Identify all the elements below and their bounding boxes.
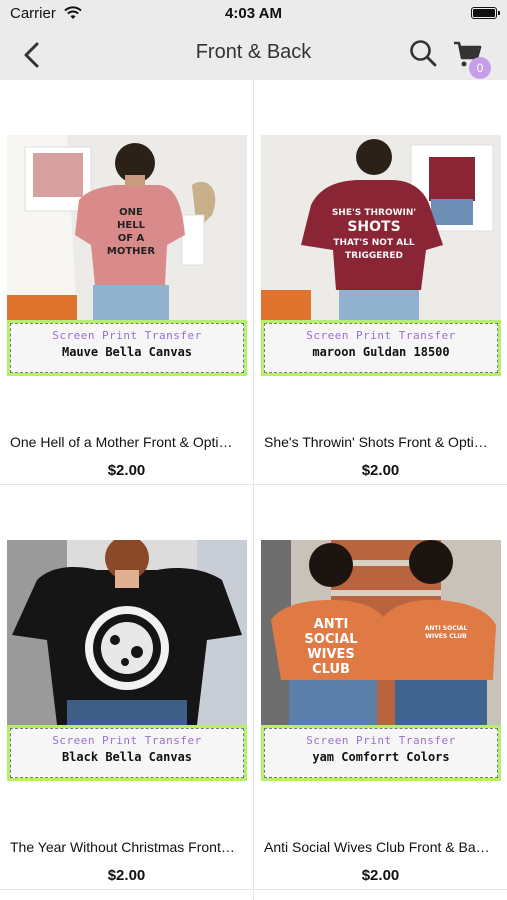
status-bar: Carrier 4:03 AM <box>0 0 507 30</box>
svg-text:ANTI: ANTI <box>314 617 349 632</box>
product-image: ONE HELL OF A MOTHER <box>7 135 247 320</box>
product-grid: ONE HELL OF A MOTHER Screen Print Transf… <box>0 80 507 900</box>
label-variant: yam Comforrt Colors <box>312 750 450 764</box>
product-label: Screen Print Transfer Black Bella Canvas <box>7 725 247 781</box>
label-variant: Black Bella Canvas <box>61 750 193 764</box>
product-image: SHE'S THROWIN' SHOTS THAT'S NOT ALL TRIG… <box>261 135 501 320</box>
status-time: 4:03 AM <box>225 5 282 22</box>
svg-text:WIVES CLUB: WIVES CLUB <box>425 633 467 640</box>
label-variant: Mauve Bella Canvas <box>61 345 193 359</box>
svg-text:SHOTS: SHOTS <box>347 219 400 235</box>
product-label: Screen Print Transfer maroon Guldan 1850… <box>261 320 501 376</box>
svg-text:SOCIAL: SOCIAL <box>304 632 357 647</box>
product-card[interactable]: Screen Print Transfer Black Bella Canvas… <box>0 485 253 889</box>
nav-bar: Front & Back 0 <box>0 30 507 80</box>
product-price: $2.00 <box>361 462 400 479</box>
product-card[interactable]: ONE HELL OF A MOTHER Screen Print Transf… <box>0 80 253 484</box>
label-type: Screen Print Transfer <box>306 734 456 747</box>
product-image <box>7 540 247 725</box>
label-type: Screen Print Transfer <box>52 329 202 342</box>
product-image: ANTI SOCIAL WIVES CLUB ANTI SOCIAL WIVES… <box>261 540 501 725</box>
product-title[interactable]: Anti Social Wives Club Front & Ba… <box>264 839 500 855</box>
product-price: $2.00 <box>361 867 400 884</box>
grid-divider <box>0 889 507 890</box>
product-label: Screen Print Transfer yam Comforrt Color… <box>261 725 501 781</box>
svg-text:THAT'S NOT ALL: THAT'S NOT ALL <box>333 238 415 248</box>
product-card[interactable]: SHE'S THROWIN' SHOTS THAT'S NOT ALL TRIG… <box>254 80 507 484</box>
label-variant: maroon Guldan 18500 <box>312 345 450 359</box>
product-label: Screen Print Transfer Mauve Bella Canvas <box>7 320 247 376</box>
svg-text:SHE'S THROWIN': SHE'S THROWIN' <box>332 208 416 218</box>
search-icon[interactable] <box>408 38 438 68</box>
label-type: Screen Print Transfer <box>306 329 456 342</box>
svg-text:WIVES: WIVES <box>307 647 354 662</box>
product-title[interactable]: She's Throwin' Shots Front & Opti… <box>264 434 500 450</box>
label-type: Screen Print Transfer <box>52 734 202 747</box>
svg-text:HELL: HELL <box>117 220 146 231</box>
product-card[interactable]: ANTI SOCIAL WIVES CLUB ANTI SOCIAL WIVES… <box>254 485 507 889</box>
product-title[interactable]: One Hell of a Mother Front & Opti… <box>10 434 246 450</box>
cart-count-badge: 0 <box>469 57 491 79</box>
svg-text:ANTI SOCIAL: ANTI SOCIAL <box>425 625 468 632</box>
svg-text:OF A: OF A <box>118 233 145 244</box>
product-title[interactable]: The Year Without Christmas Front… <box>10 839 246 855</box>
svg-text:TRIGGERED: TRIGGERED <box>345 251 403 261</box>
battery-icon <box>471 7 500 19</box>
svg-text:ONE: ONE <box>119 207 143 218</box>
product-price: $2.00 <box>107 462 146 479</box>
svg-text:CLUB: CLUB <box>312 662 350 677</box>
svg-text:MOTHER: MOTHER <box>107 246 155 257</box>
product-price: $2.00 <box>107 867 146 884</box>
